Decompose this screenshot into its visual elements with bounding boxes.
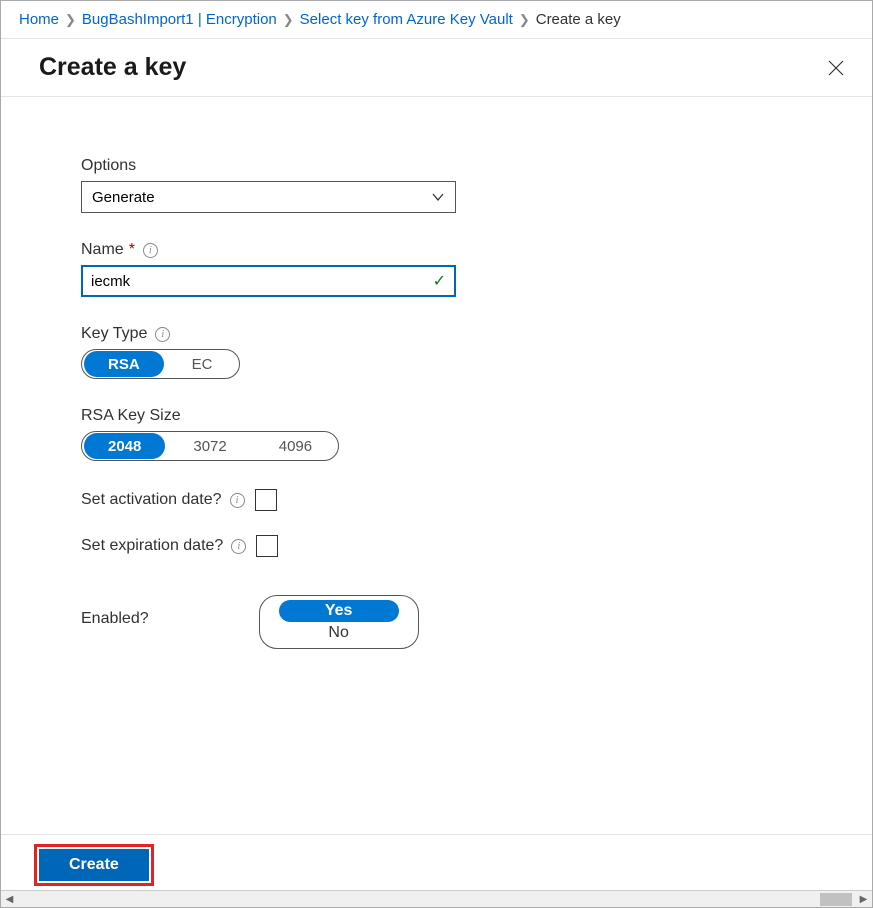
key-size-3072[interactable]: 3072: [169, 433, 250, 459]
checkmark-icon: ✓: [433, 271, 446, 291]
info-icon[interactable]: i: [231, 539, 246, 554]
name-input[interactable]: [91, 273, 411, 290]
key-size-4096[interactable]: 4096: [255, 433, 336, 459]
key-type-field: Key Type i RSA EC: [81, 325, 792, 379]
enabled-yes[interactable]: Yes: [279, 600, 399, 622]
enabled-field: Enabled? Yes No: [81, 595, 792, 649]
name-field: Name * i ✓: [81, 241, 792, 297]
footer: Create: [1, 834, 872, 889]
key-size-toggle: 2048 3072 4096: [81, 431, 339, 461]
breadcrumb-select-key[interactable]: Select key from Azure Key Vault: [300, 11, 513, 28]
chevron-right-icon: ❯: [65, 12, 76, 28]
key-type-rsa[interactable]: RSA: [84, 351, 164, 377]
page-title: Create a key: [39, 53, 186, 82]
expiration-field: Set expiration date? i: [81, 535, 792, 557]
info-icon[interactable]: i: [155, 327, 170, 342]
horizontal-scrollbar[interactable]: ◀ ▶: [1, 890, 872, 907]
options-label: Options: [81, 157, 792, 175]
info-icon[interactable]: i: [230, 493, 245, 508]
form-body: Options Generate Name * i ✓ Key Type i R…: [1, 97, 872, 669]
scroll-left-arrow[interactable]: ◀: [1, 891, 18, 908]
page-header: Create a key: [1, 39, 872, 97]
chevron-right-icon: ❯: [283, 12, 294, 28]
key-type-toggle: RSA EC: [81, 349, 240, 379]
key-size-2048[interactable]: 2048: [84, 433, 165, 459]
scroll-right-arrow[interactable]: ▶: [855, 891, 872, 908]
close-button[interactable]: [826, 58, 846, 78]
key-type-ec[interactable]: EC: [168, 351, 237, 377]
options-value: Generate: [92, 189, 155, 206]
activation-label: Set activation date? i: [81, 491, 245, 509]
scroll-thumb[interactable]: [820, 893, 852, 906]
options-select[interactable]: Generate: [81, 181, 456, 213]
key-size-field: RSA Key Size 2048 3072 4096: [81, 407, 792, 461]
close-icon: [828, 60, 844, 76]
enabled-no[interactable]: No: [289, 622, 389, 644]
breadcrumb-current: Create a key: [536, 11, 621, 28]
name-label: Name * i: [81, 241, 792, 259]
expiration-checkbox[interactable]: [256, 535, 278, 557]
name-label-text: Name: [81, 241, 124, 259]
key-type-label-text: Key Type: [81, 325, 147, 343]
chevron-right-icon: ❯: [519, 12, 530, 28]
info-icon[interactable]: i: [143, 243, 158, 258]
required-indicator: *: [129, 241, 135, 259]
create-button[interactable]: Create: [39, 849, 149, 881]
options-field: Options Generate: [81, 157, 792, 213]
enabled-toggle: Yes No: [259, 595, 419, 649]
breadcrumb-encryption[interactable]: BugBashImport1 | Encryption: [82, 11, 277, 28]
name-input-wrapper: ✓: [81, 265, 456, 297]
chevron-down-icon: [431, 190, 445, 204]
enabled-label: Enabled?: [81, 610, 149, 628]
activation-checkbox[interactable]: [255, 489, 277, 511]
activation-field: Set activation date? i: [81, 489, 792, 511]
expiration-label: Set expiration date? i: [81, 537, 246, 555]
breadcrumb: Home ❯ BugBashImport1 | Encryption ❯ Sel…: [1, 1, 872, 39]
expiration-label-text: Set expiration date?: [81, 537, 223, 555]
key-type-label: Key Type i: [81, 325, 792, 343]
key-size-label: RSA Key Size: [81, 407, 792, 425]
breadcrumb-home[interactable]: Home: [19, 11, 59, 28]
activation-label-text: Set activation date?: [81, 491, 222, 509]
